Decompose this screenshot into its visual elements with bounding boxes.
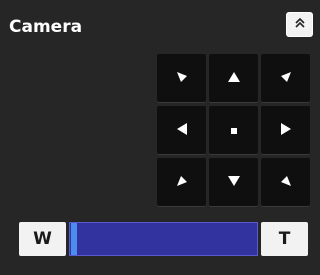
arrow-up-icon xyxy=(227,69,241,88)
camera-panel: Camera W T xyxy=(0,0,320,275)
collapse-button[interactable] xyxy=(286,12,313,37)
arrow-down-left-icon xyxy=(175,173,189,192)
pan-tilt-pad xyxy=(157,54,311,208)
pan-tilt-down-right-button[interactable] xyxy=(261,158,310,207)
zoom-tele-button[interactable]: T xyxy=(261,222,308,256)
home-square-icon xyxy=(229,121,239,140)
arrow-right-icon xyxy=(279,121,293,140)
arrow-down-right-icon xyxy=(279,173,293,192)
zoom-wide-button[interactable]: W xyxy=(19,222,66,256)
chevron-double-up-icon xyxy=(293,15,307,34)
arrow-down-icon xyxy=(227,173,241,192)
panel-title: Camera xyxy=(9,17,83,37)
pan-tilt-up-left-button[interactable] xyxy=(157,54,206,103)
arrow-up-right-icon xyxy=(279,69,293,88)
zoom-slider[interactable] xyxy=(69,222,258,256)
pan-tilt-up-right-button[interactable] xyxy=(261,54,310,103)
pan-tilt-down-left-button[interactable] xyxy=(157,158,206,207)
tilt-up-button[interactable] xyxy=(209,54,258,103)
tilt-down-button[interactable] xyxy=(209,158,258,207)
pan-right-button[interactable] xyxy=(261,106,310,155)
home-button[interactable] xyxy=(209,106,258,155)
zoom-slider-thumb[interactable] xyxy=(71,223,77,255)
pan-left-button[interactable] xyxy=(157,106,206,155)
arrow-up-left-icon xyxy=(175,69,189,88)
arrow-left-icon xyxy=(175,121,189,140)
